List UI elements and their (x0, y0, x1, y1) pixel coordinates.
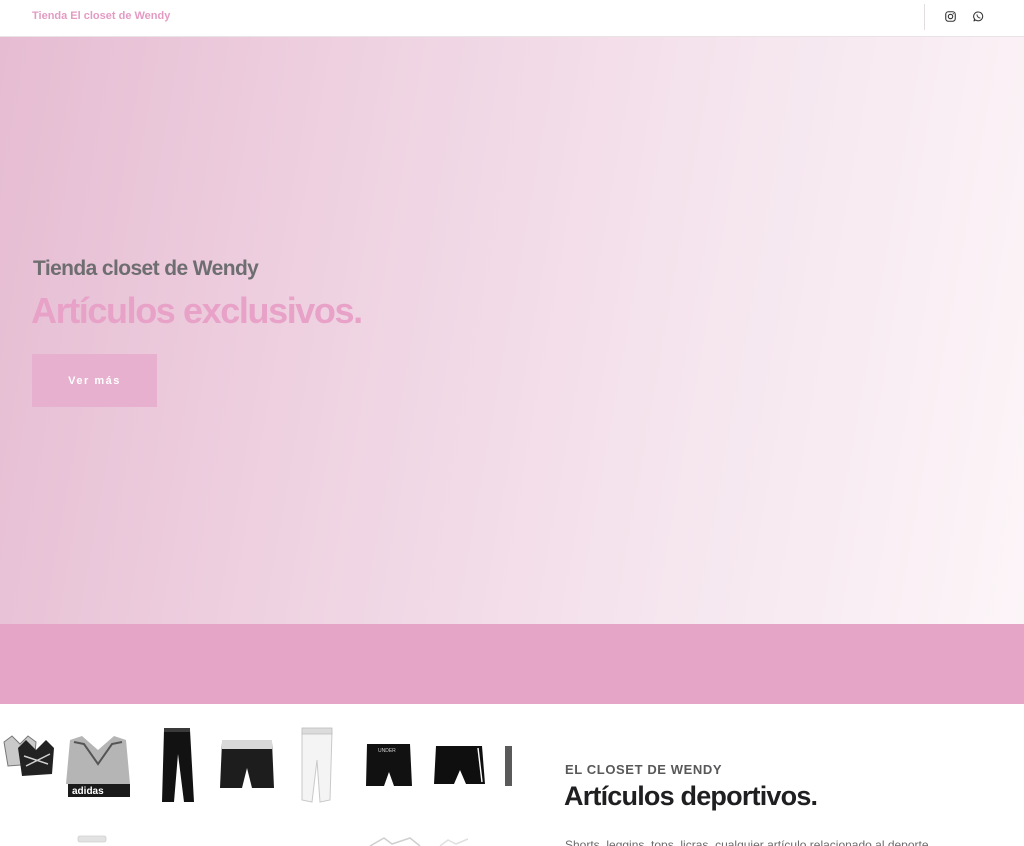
hero-subtitle: Tienda closet de Wendy (33, 257, 259, 280)
gallery-second-row-image (77, 835, 469, 846)
about-title: Artículos deportivos. (564, 781, 818, 811)
navbar-divider (924, 4, 925, 30)
products-gallery-image: adidas UNDER (0, 704, 512, 846)
leggings-image (162, 728, 194, 802)
gallery-item-partial-image (505, 746, 512, 786)
hero-banner: Tienda closet de Wendy Artículos exclusi… (0, 37, 1024, 624)
whatsapp-icon[interactable] (971, 9, 985, 23)
svg-text:UNDER: UNDER (378, 748, 396, 754)
top-navbar: Tienda El closet de Wendy (0, 0, 1024, 37)
sports-bra-image: adidas (66, 736, 130, 797)
about-description: Shorts, leggins, tops, licras, cualquier… (565, 838, 929, 846)
brand-logo-link[interactable]: Tienda El closet de Wendy (32, 10, 170, 22)
hero-title: Artículos exclusivos. (31, 290, 363, 331)
sports-bra-pair-image (3, 735, 54, 776)
about-kicker: EL CLOSET DE WENDY (565, 762, 723, 777)
ver-mas-button[interactable]: Ver más (32, 354, 157, 407)
running-shorts-image (434, 746, 485, 784)
svg-text:adidas: adidas (72, 786, 104, 797)
instagram-icon[interactable] (943, 9, 957, 23)
white-leggings-image (301, 727, 333, 803)
pink-divider-band (0, 624, 1024, 704)
compression-shorts-image (220, 740, 274, 788)
running-shorts-image: UNDER (366, 744, 412, 786)
